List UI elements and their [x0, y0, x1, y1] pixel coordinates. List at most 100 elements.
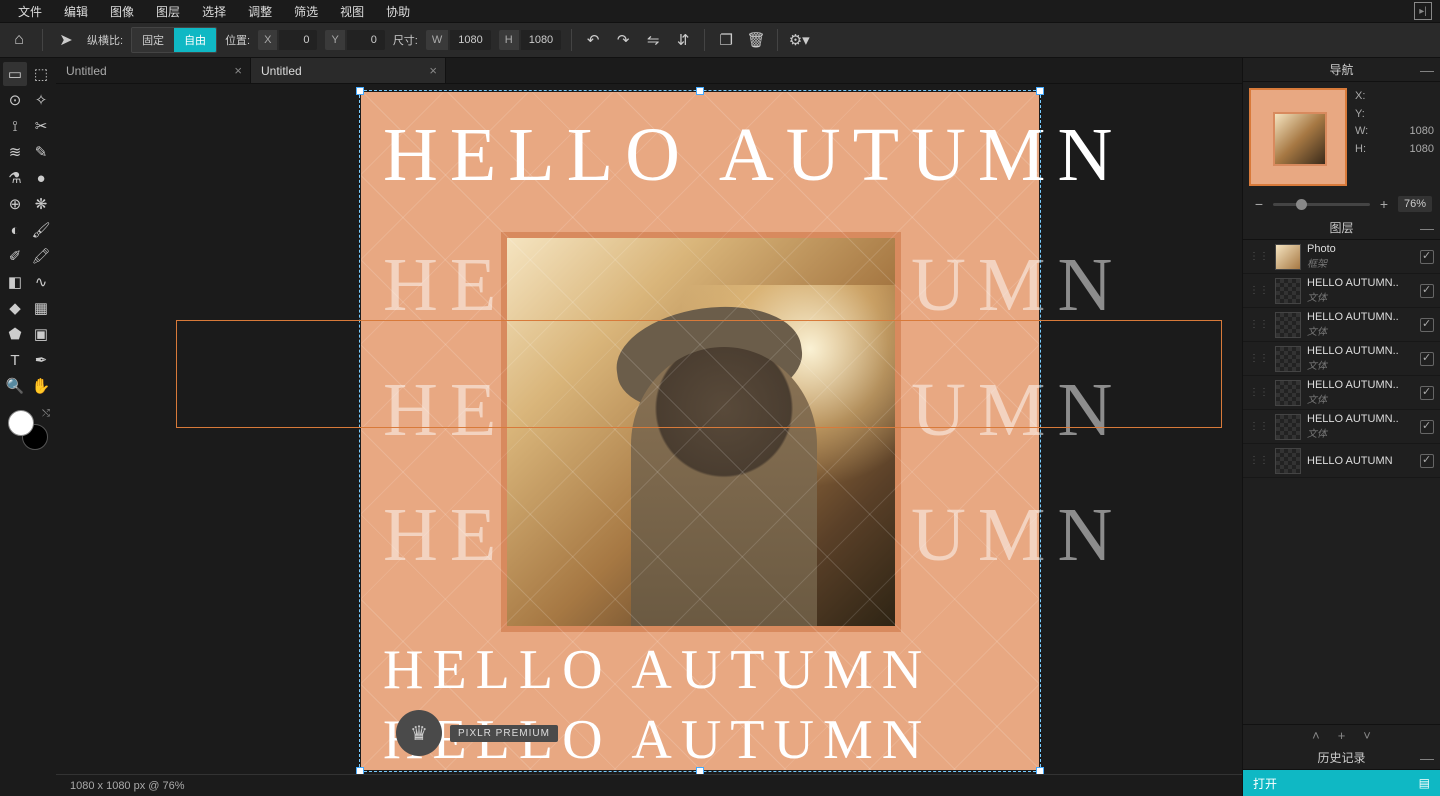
menu-view[interactable]: 视图 [330, 0, 374, 23]
liquify-tool[interactable]: ≋ [3, 140, 27, 164]
text-layer[interactable]: HELLO AUTUMN [383, 117, 1124, 193]
layer-item[interactable]: ⋮⋮HELLO AUTUMN [1243, 444, 1440, 478]
undo-icon[interactable]: ↶ [582, 29, 604, 51]
w-value[interactable]: 1080 [450, 30, 490, 50]
minimize-icon[interactable]: — [1420, 220, 1434, 236]
zoom-out-icon[interactable]: − [1251, 196, 1267, 212]
lasso-tool[interactable]: ⊙ [3, 88, 27, 112]
minimize-icon[interactable]: — [1420, 62, 1434, 78]
pen-tool[interactable]: ✐ [3, 244, 27, 268]
wand-tool[interactable]: ✧ [29, 88, 53, 112]
hand-tool[interactable]: ✋ [29, 374, 53, 398]
collapse-panel-icon[interactable]: ▸| [1414, 2, 1432, 20]
layer-thumbnail[interactable] [1275, 244, 1301, 270]
y-value[interactable]: 0 [347, 30, 385, 50]
blur-tool[interactable]: ● [29, 166, 53, 190]
eraser-tool[interactable]: ◧ [3, 270, 27, 294]
menu-help[interactable]: 协助 [376, 0, 420, 23]
layer-thumbnail[interactable] [1275, 346, 1301, 372]
layer-up-icon[interactable]: ˄ [1312, 728, 1320, 743]
h-value[interactable]: 1080 [521, 30, 561, 50]
drag-handle-icon[interactable]: ⋮⋮ [1249, 355, 1269, 362]
tab-1[interactable]: Untitled× [56, 58, 251, 83]
move-tool[interactable]: ▭ [3, 62, 27, 86]
paint-tool[interactable]: 🖍 [29, 244, 53, 268]
menu-file[interactable]: 文件 [8, 0, 52, 23]
aspect-free[interactable]: 自由 [174, 28, 216, 52]
visibility-toggle[interactable] [1420, 250, 1434, 264]
layer-thumbnail[interactable] [1275, 380, 1301, 406]
fill-tool[interactable]: ◆ [3, 296, 27, 320]
drag-handle-icon[interactable]: ⋮⋮ [1249, 287, 1269, 294]
drag-handle-icon[interactable]: ⋮⋮ [1249, 423, 1269, 430]
layer-thumbnail[interactable] [1275, 312, 1301, 338]
redo-icon[interactable]: ↷ [612, 29, 634, 51]
zoom-in-icon[interactable]: + [1376, 196, 1392, 212]
flip-h-icon[interactable]: ⇋ [642, 29, 664, 51]
menu-adjust[interactable]: 调整 [238, 0, 282, 23]
heal-tool[interactable]: ⊕ [3, 192, 27, 216]
visibility-toggle[interactable] [1420, 352, 1434, 366]
visibility-toggle[interactable] [1420, 284, 1434, 298]
drag-handle-icon[interactable]: ⋮⋮ [1249, 457, 1269, 464]
history-item[interactable]: 打开 ▤ [1243, 770, 1440, 796]
menu-layer[interactable]: 图层 [146, 0, 190, 23]
canvas-area[interactable]: HELLO AUTUMN HELLO AUTUMN HELLO AUTUMN H… [56, 84, 1242, 774]
aspect-fixed[interactable]: 固定 [132, 28, 174, 52]
aspect-toggle[interactable]: 固定 自由 [131, 27, 217, 53]
color-swatches[interactable]: ⤭ [6, 408, 50, 452]
gear-icon[interactable]: ⚙▾ [788, 29, 810, 51]
layer-thumbnail[interactable] [1275, 414, 1301, 440]
visibility-toggle[interactable] [1420, 386, 1434, 400]
clone-tool[interactable]: ⚗ [3, 166, 27, 190]
visibility-toggle[interactable] [1420, 420, 1434, 434]
zoom-tool[interactable]: 🔍 [3, 374, 27, 398]
premium-badge[interactable]: ♛ PIXLR PREMIUM [396, 710, 558, 756]
menu-edit[interactable]: 编辑 [54, 0, 98, 23]
layer-down-icon[interactable]: ˅ [1363, 728, 1371, 743]
photo-frame[interactable] [501, 232, 901, 632]
foreground-color[interactable] [8, 410, 34, 436]
flip-v-icon[interactable]: ⇵ [672, 29, 694, 51]
layer-item[interactable]: ⋮⋮HELLO AUTUMN..文体 [1243, 376, 1440, 410]
slider-knob[interactable] [1296, 199, 1307, 210]
cut-tool[interactable]: ✂ [29, 114, 53, 138]
nav-thumbnail[interactable] [1249, 88, 1347, 186]
home-icon[interactable]: ⌂ [6, 27, 32, 53]
drag-handle-icon[interactable]: ⋮⋮ [1249, 389, 1269, 396]
crop-tool[interactable]: ⟟ [3, 114, 27, 138]
gradient-tool[interactable]: ▦ [29, 296, 53, 320]
close-icon[interactable]: × [234, 63, 242, 78]
layer-item[interactable]: ⋮⋮HELLO AUTUMN..文体 [1243, 342, 1440, 376]
menu-image[interactable]: 图像 [100, 0, 144, 23]
canvas[interactable]: HELLO AUTUMN HELLO AUTUMN HELLO AUTUMN H… [361, 92, 1039, 770]
add-layer-icon[interactable]: + [1338, 728, 1346, 743]
layer-item[interactable]: ⋮⋮HELLO AUTUMN..文体 [1243, 274, 1440, 308]
drag-handle-icon[interactable]: ⋮⋮ [1249, 253, 1269, 260]
minimize-icon[interactable]: — [1420, 750, 1434, 766]
layer-item[interactable]: ⋮⋮HELLO AUTUMN..文体 [1243, 410, 1440, 444]
layer-thumbnail[interactable] [1275, 278, 1301, 304]
visibility-toggle[interactable] [1420, 454, 1434, 468]
delete-icon[interactable]: 🗑 [745, 29, 767, 51]
duplicate-icon[interactable]: ❐ [715, 29, 737, 51]
menu-filter[interactable]: 筛选 [284, 0, 328, 23]
swap-colors-icon[interactable]: ⤭ [42, 408, 50, 419]
frame-tool[interactable]: ▣ [29, 322, 53, 346]
zoom-slider[interactable] [1273, 203, 1370, 206]
zoom-value[interactable]: 76% [1398, 196, 1432, 212]
x-value[interactable]: 0 [279, 30, 317, 50]
eyedropper-tool[interactable]: ✎ [29, 140, 53, 164]
smudge-tool[interactable]: ∿ [29, 270, 53, 294]
drag-handle-icon[interactable]: ⋮⋮ [1249, 321, 1269, 328]
shape-tool[interactable]: ⬟ [3, 322, 27, 346]
marquee-tool[interactable]: ⬚ [29, 62, 53, 86]
text-layer[interactable]: HELLO AUTUMN [383, 642, 931, 698]
layer-item[interactable]: ⋮⋮Photo框架 [1243, 240, 1440, 274]
menu-select[interactable]: 选择 [192, 0, 236, 23]
close-icon[interactable]: × [429, 63, 437, 78]
brush-tool[interactable]: 🖌 [29, 218, 53, 242]
sponge-tool[interactable]: ❋ [29, 192, 53, 216]
pentool-tool[interactable]: ✒ [29, 348, 53, 372]
layer-thumbnail[interactable] [1275, 448, 1301, 474]
